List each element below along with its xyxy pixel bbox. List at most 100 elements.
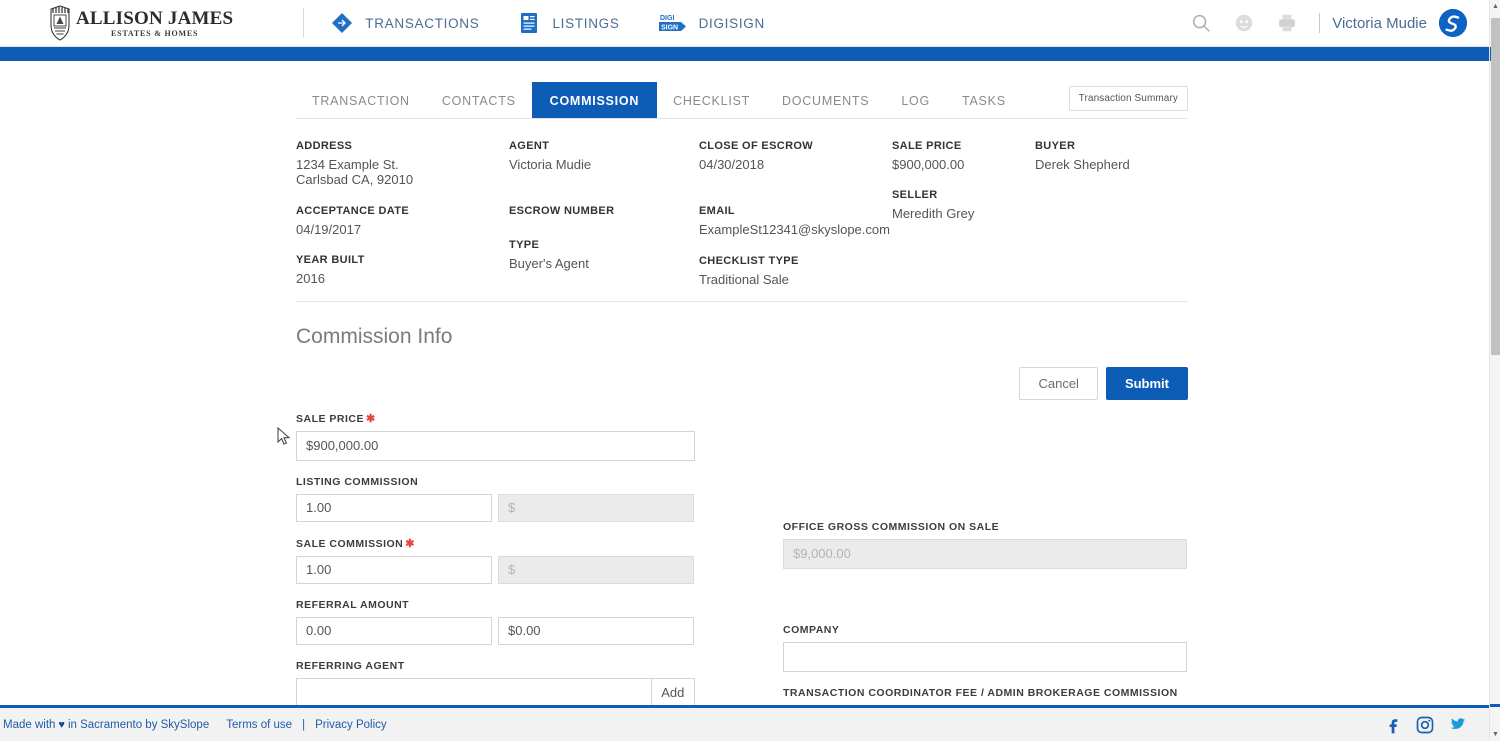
summary-type: TYPE Buyer's Agent: [509, 239, 699, 271]
sale-price-input[interactable]: [296, 431, 695, 461]
submit-button[interactable]: Submit: [1106, 367, 1188, 400]
summary-checklist-type: CHECKLIST TYPE Traditional Sale: [699, 255, 892, 287]
referral-amount-row: [296, 617, 695, 645]
summary-sale-price-value: $900,000.00: [892, 157, 1035, 172]
address-line-2: Carlsbad CA, 92010: [296, 172, 509, 187]
checklist-type-value: Traditional Sale: [699, 272, 892, 287]
listing-commission-percent-input[interactable]: [296, 494, 492, 522]
required-asterisk: ✱: [405, 538, 415, 550]
field-sale-price: SALE PRICE✱: [296, 412, 695, 461]
page-scrollbar[interactable]: ▲ ▼: [1489, 0, 1500, 741]
escrow-number-label: ESCROW NUMBER: [509, 205, 699, 217]
office-gross-input: [783, 539, 1187, 569]
instagram-icon[interactable]: [1415, 715, 1435, 735]
coe-spacer: [699, 172, 892, 188]
scrollbar-thumb[interactable]: [1491, 18, 1500, 355]
privacy-policy-link[interactable]: Privacy Policy: [315, 719, 387, 731]
referring-agent-input[interactable]: [296, 678, 651, 705]
brand-logo[interactable]: ALLISON JAMES ESTATES & HOMES: [48, 5, 233, 41]
type-value: Buyer's Agent: [509, 256, 699, 271]
nav-digisign-label: DIGISIGN: [699, 16, 765, 31]
tab-contacts[interactable]: CONTACTS: [426, 83, 532, 119]
referring-agent-row: Add: [296, 678, 695, 705]
referral-amount-value-input[interactable]: [498, 617, 694, 645]
nav-listings[interactable]: LISTINGS: [517, 11, 619, 35]
summary-seller: SELLER Meredith Grey: [892, 189, 1035, 221]
tab-documents[interactable]: DOCUMENTS: [766, 83, 885, 119]
nav-transactions-label: TRANSACTIONS: [365, 16, 479, 31]
profile-icon[interactable]: [1233, 12, 1255, 34]
skyslope-badge[interactable]: [1439, 9, 1467, 37]
search-icon[interactable]: [1190, 12, 1212, 34]
acceptance-date-value: 04/19/2017: [296, 222, 509, 237]
address-label: ADDRESS: [296, 140, 509, 152]
form-actions: Cancel Submit: [296, 367, 1188, 400]
close-of-escrow-value: 04/30/2018: [699, 157, 892, 172]
header-tools: Victoria Mudie: [1190, 9, 1467, 37]
content-inner: TRANSACTION CONTACTS COMMISSION CHECKLIS…: [296, 61, 1188, 705]
nav-transactions[interactable]: TRANSACTIONS: [330, 11, 479, 35]
sale-commission-percent-input[interactable]: [296, 556, 492, 584]
tc-fee-label: TRANSACTION COORDINATOR FEE / ADMIN BROK…: [783, 687, 1187, 699]
seller-label: SELLER: [892, 189, 1035, 201]
svg-text:DIGI: DIGI: [660, 15, 674, 22]
field-tc-fee: TRANSACTION COORDINATOR FEE / ADMIN BROK…: [783, 687, 1187, 705]
form-left-column: SALE PRICE✱ LISTING COMMISSION SA: [296, 412, 695, 705]
sale-commission-label: SALE COMMISSION✱: [296, 537, 695, 550]
company-input[interactable]: [783, 642, 1187, 672]
footer-separator: |: [302, 719, 305, 731]
year-built-label: YEAR BUILT: [296, 254, 509, 266]
twitter-icon[interactable]: [1447, 715, 1467, 735]
listing-commission-label: LISTING COMMISSION: [296, 476, 695, 488]
cancel-button[interactable]: Cancel: [1019, 367, 1097, 400]
field-listing-commission: LISTING COMMISSION: [296, 476, 695, 522]
header-accent-bar: [0, 47, 1489, 61]
tabs-underline: [296, 118, 1188, 119]
field-sale-commission: SALE COMMISSION✱: [296, 537, 695, 584]
print-icon[interactable]: [1276, 12, 1298, 34]
summary-escrow-number: ESCROW NUMBER: [509, 205, 699, 222]
scroll-down-arrow[interactable]: ▼: [1490, 728, 1500, 741]
summary-sale-price: SALE PRICE $900,000.00: [892, 140, 1035, 172]
office-gross-label: OFFICE GROSS COMMISSION ON SALE: [783, 521, 1187, 533]
top-header: ALLISON JAMES ESTATES & HOMES TRANSACTIO…: [0, 0, 1489, 47]
user-name[interactable]: Victoria Mudie: [1332, 15, 1427, 32]
nav-digisign[interactable]: DIGI SIGN DIGISIGN: [658, 11, 765, 35]
main-content: TRANSACTION CONTACTS COMMISSION CHECKLIS…: [0, 61, 1489, 705]
checklist-type-label: CHECKLIST TYPE: [699, 255, 892, 267]
commission-form: SALE PRICE✱ LISTING COMMISSION SA: [296, 412, 1188, 705]
summary-buyer: BUYER Derek Shepherd: [1035, 140, 1188, 172]
svg-text:SIGN: SIGN: [661, 25, 678, 32]
listing-commission-row: [296, 494, 695, 522]
buyer-label: BUYER: [1035, 140, 1188, 152]
add-referring-agent-button[interactable]: Add: [651, 678, 695, 705]
agent-label: AGENT: [509, 140, 699, 152]
heart-icon: ♥: [58, 719, 65, 731]
footer-left: Made with ♥ in Sacramento by SkySlope Te…: [3, 719, 387, 731]
tab-checklist[interactable]: CHECKLIST: [657, 83, 766, 119]
transaction-summary-button[interactable]: Transaction Summary: [1069, 86, 1188, 111]
listing-commission-amount-input: [498, 494, 694, 522]
footer-social: [1383, 715, 1467, 735]
scrollbar-accent-bottom: [1490, 704, 1500, 707]
sale-commission-label-text: SALE COMMISSION: [296, 538, 403, 550]
required-asterisk: ✱: [366, 413, 376, 425]
tab-log[interactable]: LOG: [885, 83, 946, 119]
scroll-up-arrow[interactable]: ▲: [1490, 0, 1500, 13]
tab-commission[interactable]: COMMISSION: [532, 82, 657, 119]
facebook-icon[interactable]: [1383, 715, 1403, 735]
summary-column-5: BUYER Derek Shepherd: [1035, 140, 1188, 291]
acceptance-date-label: ACCEPTANCE DATE: [296, 205, 509, 217]
summary-column-4: SALE PRICE $900,000.00 SELLER Meredith G…: [892, 140, 1035, 291]
page-footer: Made with ♥ in Sacramento by SkySlope Te…: [0, 705, 1489, 741]
tab-transaction[interactable]: TRANSACTION: [296, 83, 426, 119]
tab-tasks[interactable]: TASKS: [946, 83, 1022, 119]
terms-of-use-link[interactable]: Terms of use: [226, 719, 292, 731]
summary-email: EMAIL ExampleSt12341@skyslope.com: [699, 205, 892, 237]
summary-year-built: YEAR BUILT 2016: [296, 254, 509, 286]
summary-column-3: CLOSE OF ESCROW 04/30/2018 EMAIL Example…: [699, 140, 892, 291]
transaction-tabs: TRANSACTION CONTACTS COMMISSION CHECKLIS…: [296, 75, 1188, 119]
field-referring-agent: REFERRING AGENT Add: [296, 660, 695, 705]
referral-amount-percent-input[interactable]: [296, 617, 492, 645]
transaction-summary-panel: ADDRESS 1234 Example St. Carlsbad CA, 92…: [296, 119, 1188, 302]
